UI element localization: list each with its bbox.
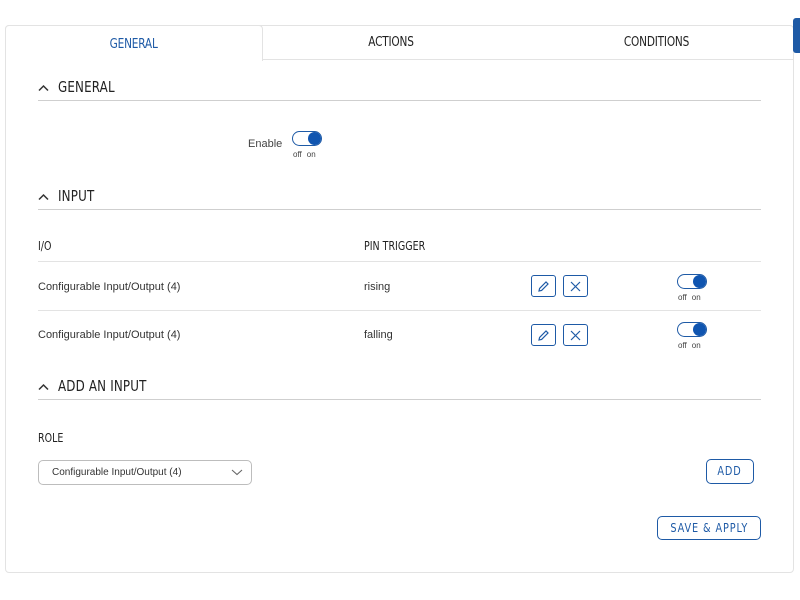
add-input-section-title: ADD AN INPUT — [58, 377, 147, 395]
tab-actions[interactable]: ACTIONS — [276, 25, 506, 60]
add-button-label: ADD — [717, 464, 743, 478]
general-section-title: GENERAL — [58, 78, 115, 96]
role-select-value: Configurable Input/Output (4) — [52, 467, 182, 478]
toggle-on-label: on — [691, 293, 701, 302]
close-icon — [570, 330, 581, 340]
role-label: ROLE — [38, 431, 64, 445]
toggle-knob — [693, 323, 706, 336]
enable-label: Enable — [248, 138, 283, 150]
toggle-states: off on — [678, 341, 718, 350]
tab-general-label: GENERAL — [110, 37, 158, 52]
toggle-off-label: off — [293, 150, 302, 159]
add-input-section-header[interactable]: ADD AN INPUT — [38, 377, 761, 400]
chevron-up-icon[interactable] — [38, 189, 49, 204]
role-select[interactable]: Configurable Input/Output (4) — [38, 460, 252, 485]
row-divider — [38, 261, 761, 262]
tab-conditions[interactable]: CONDITIONS — [533, 25, 781, 60]
general-section-header[interactable]: GENERAL — [38, 78, 761, 101]
column-header-pin-trigger: PIN TRIGGER — [364, 239, 426, 253]
add-button[interactable]: ADD — [706, 459, 754, 484]
toggle-off-label: off — [678, 341, 687, 350]
save-apply-label: SAVE & APPLY — [670, 521, 748, 535]
enable-toggle[interactable]: off on — [292, 131, 322, 159]
row-trigger: rising — [364, 281, 391, 293]
toggle-off-label: off — [678, 293, 687, 302]
tab-general[interactable]: GENERAL — [5, 25, 263, 61]
tab-bar: GENERAL ACTIONS CONDITIONS — [5, 25, 794, 61]
settings-card — [5, 25, 794, 573]
edit-button[interactable] — [531, 275, 556, 297]
delete-button[interactable] — [563, 324, 588, 346]
input-section-title: INPUT — [58, 187, 95, 205]
side-scroll-marker[interactable] — [793, 18, 800, 53]
close-icon — [570, 281, 581, 291]
toggle-on-label: on — [306, 150, 316, 159]
column-header-io: I/O — [38, 239, 52, 253]
chevron-up-icon[interactable] — [38, 80, 49, 95]
row-io: Configurable Input/Output (4) — [38, 329, 181, 341]
row-io: Configurable Input/Output (4) — [38, 281, 181, 293]
input-section-header[interactable]: INPUT — [38, 187, 761, 210]
delete-button[interactable] — [563, 275, 588, 297]
row-enable-toggle[interactable]: off on — [677, 322, 707, 350]
save-apply-button[interactable]: SAVE & APPLY — [657, 516, 761, 540]
toggle-on-label: on — [691, 341, 701, 350]
row-enable-toggle[interactable]: off on — [677, 274, 707, 302]
toggle-knob — [693, 275, 706, 288]
pencil-icon — [538, 280, 549, 292]
row-divider — [38, 310, 761, 311]
toggle-knob — [308, 132, 321, 145]
row-trigger: falling — [364, 329, 393, 341]
tab-divider — [263, 59, 794, 60]
toggle-states: off on — [678, 293, 718, 302]
pencil-icon — [538, 329, 549, 341]
toggle-states: off on — [293, 150, 333, 159]
chevron-up-icon[interactable] — [38, 379, 49, 394]
edit-button[interactable] — [531, 324, 556, 346]
chevron-down-icon — [231, 469, 243, 476]
